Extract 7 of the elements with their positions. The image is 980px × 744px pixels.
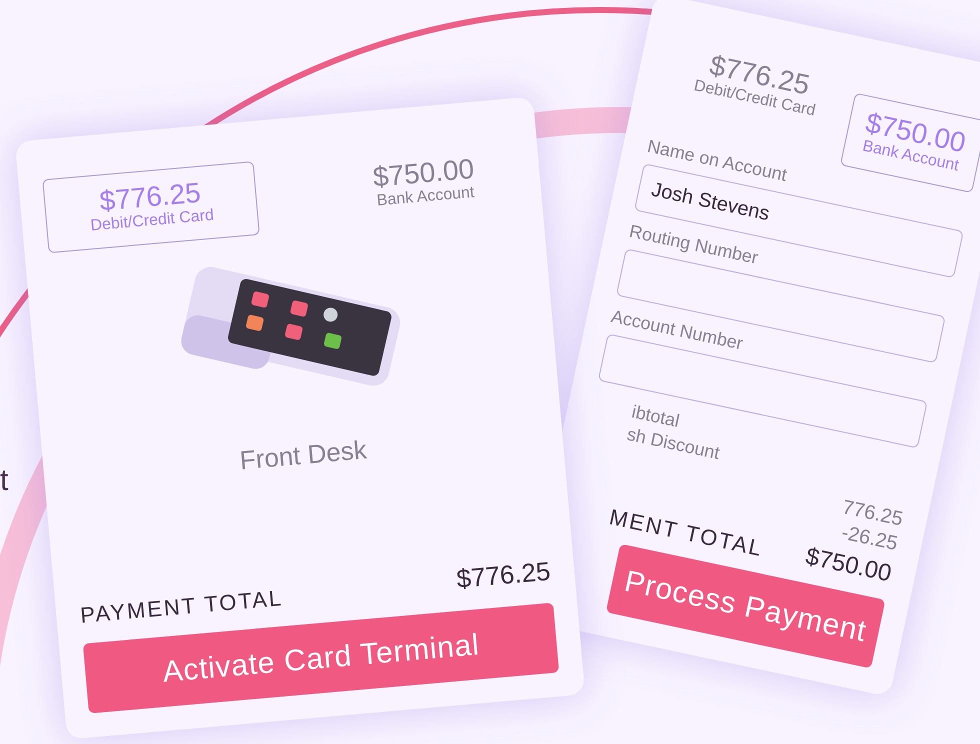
payment-option[interactable]: $776.25 Debit/Credit Card [42, 161, 260, 254]
payment-total: $776.25 [454, 554, 552, 596]
payment-option[interactable]: $750.00 Bank Account [354, 140, 495, 226]
terminal-name: Front Desk [238, 433, 368, 478]
payment-option[interactable]: $750.00 Bank Account [840, 92, 980, 194]
cut-off-heading: t [0, 463, 8, 499]
field-label: Account Number [608, 305, 746, 356]
